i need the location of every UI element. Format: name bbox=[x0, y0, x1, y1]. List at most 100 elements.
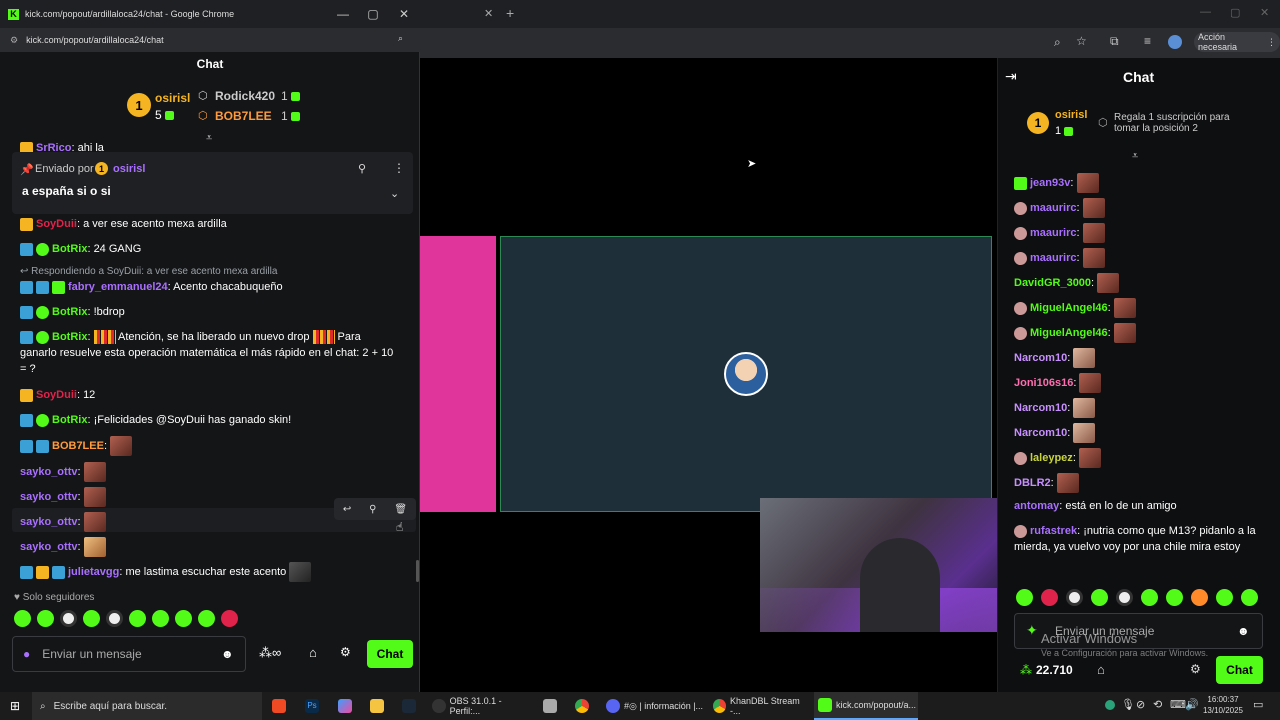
chevron-down-icon[interactable]: ⌄ bbox=[390, 187, 399, 200]
chat-send-button[interactable]: Chat bbox=[367, 640, 413, 668]
right-chat-send-button[interactable]: Chat bbox=[1216, 656, 1263, 684]
leader-name[interactable]: osirisl bbox=[155, 91, 190, 105]
chat-username[interactable]: laleypez bbox=[1030, 452, 1073, 464]
chat-username[interactable]: BotRix bbox=[52, 243, 87, 255]
emote-icon[interactable] bbox=[14, 610, 31, 627]
taskbar-app-obs[interactable]: OBS 31.0.1 - Perfil:... bbox=[432, 692, 532, 720]
emote-icon[interactable] bbox=[60, 610, 77, 627]
taskbar-search[interactable]: ⌕ Escribe aquí para buscar. bbox=[32, 692, 262, 720]
unpin-icon[interactable]: ⚲ bbox=[358, 162, 366, 175]
brave-browser-icon[interactable] bbox=[272, 699, 286, 713]
chat-username[interactable]: MiguelAngel46 bbox=[1030, 302, 1108, 314]
tab-close-icon[interactable]: ✕ bbox=[484, 7, 493, 20]
emote-icon[interactable] bbox=[1166, 589, 1183, 606]
chat-username[interactable]: Narcom10 bbox=[1014, 427, 1067, 439]
emoji-icon[interactable]: ☻ bbox=[221, 647, 234, 661]
taskbar-app-kick[interactable]: kick.com/popout/a... bbox=[814, 692, 918, 720]
chat-username[interactable]: sayko_ottv bbox=[20, 516, 77, 528]
trash-icon[interactable]: 🗑 bbox=[394, 504, 407, 515]
taskbar-app-chrome-stream[interactable]: KhanDBL Stream -... bbox=[713, 692, 807, 720]
bookmark-star-icon[interactable]: ☆ bbox=[1076, 34, 1087, 48]
chat-username[interactable]: jean93v bbox=[1030, 177, 1070, 189]
emote-icon[interactable] bbox=[37, 610, 54, 627]
blocked-icon[interactable]: ⊘ bbox=[1136, 698, 1145, 711]
chat-username[interactable]: julietavgg bbox=[68, 566, 119, 578]
emote-icon[interactable] bbox=[1141, 589, 1158, 606]
emote-icon[interactable] bbox=[1216, 589, 1233, 606]
chat-username[interactable]: maaurirc bbox=[1030, 227, 1076, 239]
chat-username[interactable]: rufastrek bbox=[1030, 525, 1077, 537]
copilot-icon[interactable] bbox=[338, 699, 352, 713]
chat-username[interactable]: BotRix bbox=[52, 306, 87, 318]
chat-username[interactable]: sayko_ottv bbox=[20, 541, 77, 553]
emote-icon[interactable] bbox=[175, 610, 192, 627]
sync-icon[interactable]: ⟲ bbox=[1153, 698, 1162, 711]
chat-username[interactable]: Narcom10 bbox=[1014, 352, 1067, 364]
microphone-tray-icon[interactable]: 🎙 bbox=[1121, 698, 1135, 711]
taskbar-app-discord[interactable]: #◎ | información |... bbox=[606, 692, 706, 720]
emote-icon[interactable] bbox=[1066, 589, 1083, 606]
emote-icon[interactable] bbox=[1116, 589, 1133, 606]
chat-username[interactable]: sayko_ottv bbox=[20, 466, 77, 478]
sparkle-icon[interactable]: ✦ bbox=[1026, 622, 1038, 639]
chat-username[interactable]: sayko_ottv bbox=[20, 491, 77, 503]
chat-username[interactable]: DavidGR_3000 bbox=[1014, 277, 1091, 289]
reply-icon[interactable]: ↩ bbox=[343, 504, 351, 515]
store-icon[interactable]: ⌂ bbox=[1097, 662, 1105, 677]
emote-icon[interactable] bbox=[152, 610, 169, 627]
microphone-icon[interactable]: ● bbox=[23, 647, 30, 661]
clock-time[interactable]: 16:00:37 bbox=[1200, 695, 1246, 704]
chrome-icon[interactable] bbox=[575, 699, 589, 713]
chat-username[interactable]: antomay bbox=[1014, 500, 1059, 512]
pinned-user[interactable]: osirisl bbox=[113, 163, 145, 175]
settings-gear-icon[interactable]: ⚙ bbox=[340, 645, 351, 659]
profile-avatar[interactable] bbox=[1168, 35, 1182, 49]
windows-start-icon[interactable]: ⊞ bbox=[10, 699, 20, 713]
network-icon[interactable]: ⌨ bbox=[1170, 698, 1186, 711]
reply-context[interactable]: ↩ Respondiendo a SoyDuii: a ver ese acen… bbox=[20, 264, 400, 280]
clock-date[interactable]: 13/10/2025 bbox=[1200, 706, 1246, 715]
minimize-icon[interactable]: — bbox=[328, 0, 358, 28]
site-info-icon[interactable]: ⚙ bbox=[10, 35, 18, 46]
file-explorer-icon[interactable] bbox=[370, 699, 384, 713]
emote-icon[interactable] bbox=[221, 610, 238, 627]
emote-icon[interactable] bbox=[129, 610, 146, 627]
chat-username[interactable]: maaurirc bbox=[1030, 252, 1076, 264]
maximize-icon[interactable]: ▢ bbox=[1230, 6, 1240, 19]
notifications-icon[interactable]: ▭ bbox=[1253, 698, 1263, 711]
close-window-icon[interactable]: ✕ bbox=[1260, 6, 1269, 19]
channel-points[interactable]: 22.710 bbox=[1036, 663, 1073, 677]
emoji-icon[interactable]: ☻ bbox=[1237, 624, 1250, 638]
points-infinity-icon[interactable]: ⁂∞ bbox=[259, 645, 281, 661]
emote-icon[interactable] bbox=[198, 610, 215, 627]
chat-username[interactable]: MiguelAngel46 bbox=[1030, 327, 1108, 339]
popout-address-bar[interactable]: ⚙ kick.com/popout/ardillaloca24/chat ⌕ bbox=[0, 28, 420, 52]
chat-username[interactable]: Joni106s16 bbox=[1014, 377, 1073, 389]
store-icon[interactable]: ⌂ bbox=[309, 645, 317, 660]
app-icon[interactable] bbox=[543, 699, 557, 713]
expand-leaderboard-icon[interactable]: ⩡ bbox=[1132, 150, 1138, 163]
chat-username[interactable]: SoyDuii bbox=[36, 218, 77, 230]
chat-username[interactable]: Narcom10 bbox=[1014, 402, 1067, 414]
emote-icon[interactable] bbox=[83, 610, 100, 627]
chat-username[interactable]: BotRix bbox=[52, 331, 87, 343]
tray-app-icon[interactable] bbox=[1105, 700, 1115, 710]
chat-username[interactable]: SrRico bbox=[36, 142, 71, 152]
collapse-chat-icon[interactable]: ⇥ bbox=[1005, 68, 1017, 85]
steam-icon[interactable] bbox=[402, 699, 416, 713]
photoshop-icon[interactable]: Ps bbox=[305, 699, 319, 713]
new-tab-icon[interactable]: + bbox=[506, 5, 514, 21]
chat-username[interactable]: BotRix bbox=[52, 414, 87, 426]
action-needed-button[interactable]: Acción necesaria ⋮ bbox=[1194, 32, 1280, 52]
chat-username[interactable]: BOB7LEE bbox=[52, 440, 104, 452]
pinned-message[interactable]: 📌 Enviado por 1 osirisl ⚲ ⋮ a españa si … bbox=[12, 152, 413, 214]
pin-icon[interactable]: ⚲ bbox=[369, 504, 376, 515]
zoom-icon[interactable]: ⌕ bbox=[1054, 35, 1061, 50]
volume-icon[interactable]: 🔊 bbox=[1185, 698, 1199, 711]
second-name[interactable]: Rodick420 bbox=[215, 89, 275, 103]
zoom-icon[interactable]: ⌕ bbox=[398, 33, 403, 44]
leader-name[interactable]: osirisl bbox=[1055, 109, 1087, 121]
emote-icon[interactable] bbox=[106, 610, 123, 627]
close-window-icon[interactable]: ✕ bbox=[389, 0, 419, 28]
emote-icon[interactable] bbox=[1191, 589, 1208, 606]
